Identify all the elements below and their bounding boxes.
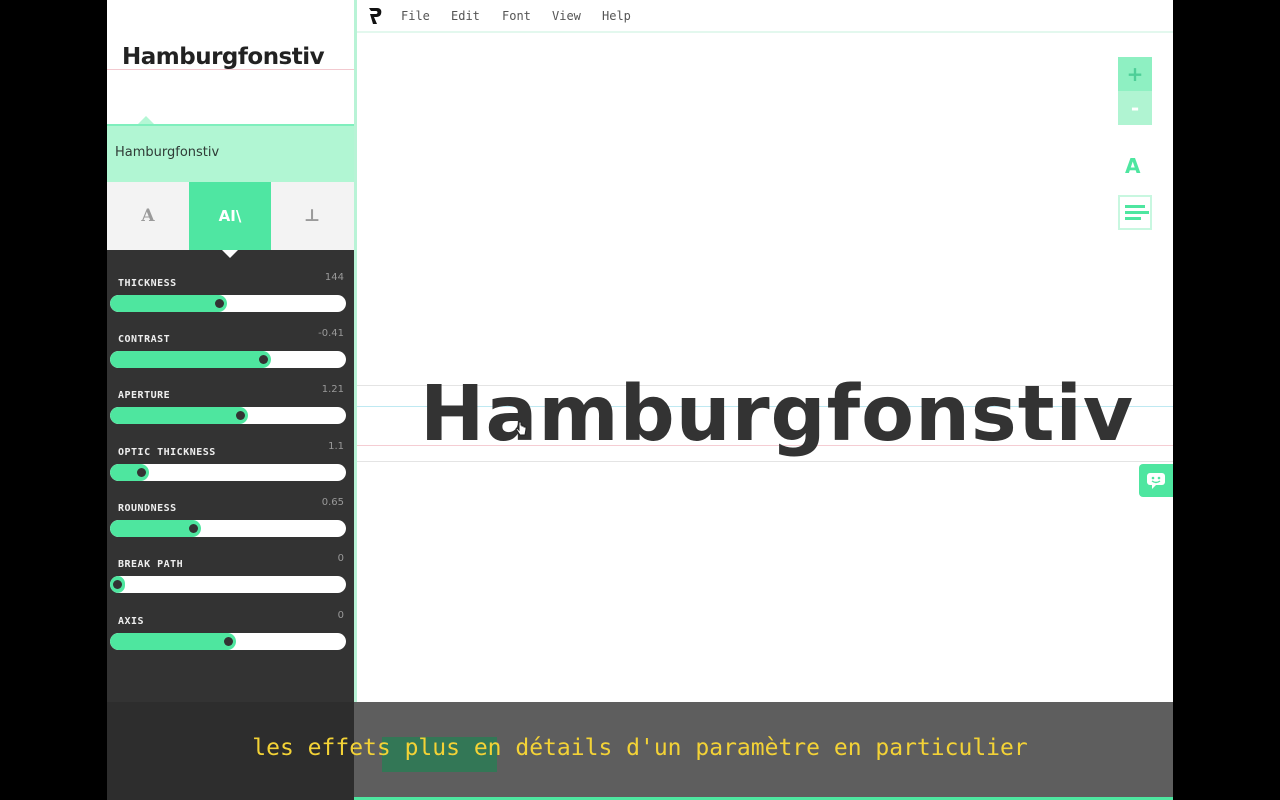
slider-track[interactable] <box>110 520 346 537</box>
slider-value: 144 <box>324 272 344 283</box>
slider-track[interactable] <box>110 295 346 312</box>
font-preview-title: Hamburgfonstiv <box>122 44 325 70</box>
slider-aperture: APERTURE 1.21 <box>107 384 354 446</box>
slider-contrast: CONTRAST -0.41 <box>107 328 354 390</box>
slider-label: BREAK PATH <box>118 559 184 570</box>
mode-tabs: A AI\ ⊥ <box>107 182 354 258</box>
slider-handle[interactable] <box>113 580 122 589</box>
slider-value: 1.1 <box>328 441 344 452</box>
slider-handle[interactable] <box>236 411 245 420</box>
chat-icon <box>1147 472 1165 489</box>
slider-thickness: THICKNESS 144 <box>107 272 354 334</box>
slider-label: APERTURE <box>118 390 171 401</box>
divider <box>354 0 357 800</box>
menu-bar: File Edit Font View Help <box>357 0 1173 33</box>
app-window: Hamburgfonstiv Hamburgfonstiv A AI\ ⊥ TH… <box>107 0 1173 800</box>
chat-button[interactable] <box>1139 464 1173 497</box>
slider-fill <box>110 407 248 424</box>
slider-fill <box>110 351 271 368</box>
zoom-in-button[interactable]: + <box>1118 57 1152 91</box>
slider-value: 0 <box>337 610 344 621</box>
glyph-preview-text[interactable]: Hamburgfonstiv <box>420 370 1134 459</box>
slider-track[interactable] <box>110 407 346 424</box>
slider-break-path: BREAK PATH 0 <box>107 553 354 615</box>
tab-serif-settings[interactable]: ⊥ <box>271 182 353 250</box>
glyph-canvas[interactable]: File Edit Font View Help + - A Hamburgfo… <box>354 0 1173 800</box>
slider-handle[interactable] <box>215 299 224 308</box>
slider-handle[interactable] <box>259 355 268 364</box>
menu-file[interactable]: File <box>401 9 430 23</box>
font-preview-box: Hamburgfonstiv <box>107 0 354 125</box>
tab-glyph-settings[interactable]: AI\ <box>189 182 271 258</box>
slider-label: CONTRAST <box>118 334 171 345</box>
menu-font[interactable]: Font <box>502 9 531 23</box>
menu-edit[interactable]: Edit <box>451 9 480 23</box>
menu-help[interactable]: Help <box>602 9 631 23</box>
zoom-out-button[interactable]: - <box>1118 91 1152 125</box>
strikethrough-a-icon: A <box>141 206 155 226</box>
slider-value: 0 <box>337 553 344 564</box>
video-subtitle: les effets plus en détails d'un paramètr… <box>252 735 1028 761</box>
slider-optic-thickness: OPTIC THICKNESS 1.1 <box>107 441 354 503</box>
slider-label: AXIS <box>118 616 145 627</box>
zoom-controls: + - <box>1118 57 1152 125</box>
descender-guide <box>357 461 1173 462</box>
slider-axis: AXIS 0 <box>107 610 354 672</box>
hand-cursor-icon <box>515 421 527 436</box>
slider-label: ROUNDNESS <box>118 503 177 514</box>
slider-value: 1.21 <box>321 384 344 395</box>
slider-label: THICKNESS <box>118 278 177 289</box>
slider-value: 0.65 <box>321 497 344 508</box>
slider-value: -0.41 <box>318 328 344 339</box>
text-tool-icon[interactable]: A <box>1125 154 1140 178</box>
tab-font-settings[interactable]: A <box>107 182 189 250</box>
slider-label: OPTIC THICKNESS <box>118 447 216 458</box>
slider-roundness: ROUNDNESS 0.65 <box>107 497 354 559</box>
slider-track[interactable] <box>110 351 346 368</box>
slider-fill <box>110 633 236 650</box>
letter-spacing-icon: AI\ <box>218 207 242 225</box>
slider-fill <box>110 295 227 312</box>
slider-track[interactable] <box>110 576 346 593</box>
slider-handle[interactable] <box>137 468 146 477</box>
serif-icon: ⊥ <box>303 206 321 226</box>
align-left-icon[interactable] <box>1118 195 1152 230</box>
menu-view[interactable]: View <box>552 9 581 23</box>
prototypo-logo-icon[interactable] <box>367 7 383 25</box>
slider-fill <box>110 520 201 537</box>
font-selector[interactable]: Hamburgfonstiv <box>107 124 354 182</box>
sidebar: Hamburgfonstiv Hamburgfonstiv A AI\ ⊥ TH… <box>107 0 354 800</box>
slider-handle[interactable] <box>189 524 198 533</box>
font-name-label: Hamburgfonstiv <box>115 145 220 160</box>
slider-handle[interactable] <box>224 637 233 646</box>
